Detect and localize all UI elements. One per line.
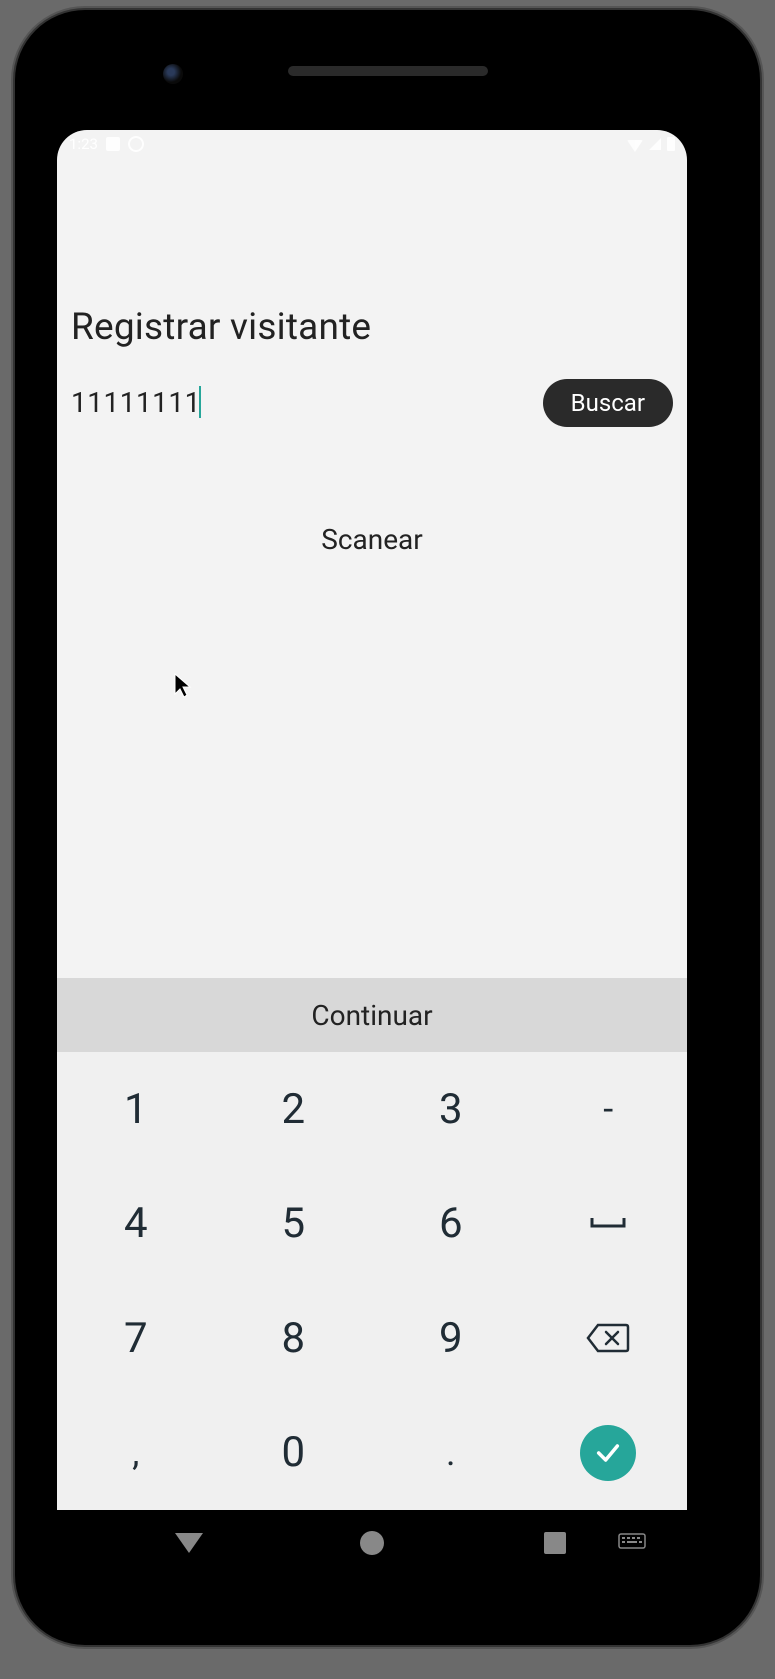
status-right xyxy=(627,137,675,151)
backspace-icon xyxy=(586,1321,630,1355)
status-bar: 1:23 xyxy=(57,130,687,158)
mouse-cursor-icon xyxy=(173,672,193,698)
keyboard-icon xyxy=(618,1533,646,1553)
key-enter[interactable] xyxy=(530,1396,688,1511)
battery-icon xyxy=(667,137,675,151)
key-8[interactable]: 8 xyxy=(215,1281,373,1396)
back-triangle-icon xyxy=(175,1533,203,1553)
visitor-id-input[interactable]: 11111111 xyxy=(71,386,371,421)
scan-button[interactable]: Scanear xyxy=(71,523,673,556)
nav-back-button[interactable] xyxy=(159,1513,219,1573)
key-5[interactable]: 5 xyxy=(215,1167,373,1282)
status-time: 1:23 xyxy=(69,135,98,153)
text-caret xyxy=(199,386,201,418)
space-icon xyxy=(588,1214,628,1234)
screen: 1:23 Registrar visitante 11111111 Buscar… xyxy=(57,130,687,1510)
notification-icon xyxy=(106,137,120,151)
nav-recents-button[interactable] xyxy=(525,1513,585,1573)
continue-button[interactable]: Continuar xyxy=(57,978,687,1052)
android-navbar xyxy=(57,1510,687,1576)
key-backspace[interactable] xyxy=(530,1281,688,1396)
app-content: Registrar visitante 11111111 Buscar Scan… xyxy=(57,306,687,556)
phone-camera xyxy=(163,64,183,84)
key-6[interactable]: 6 xyxy=(372,1167,530,1282)
nav-home-button[interactable] xyxy=(342,1513,402,1573)
enter-circle xyxy=(580,1425,636,1481)
key-dot[interactable]: . xyxy=(372,1396,530,1511)
nav-ime-button[interactable] xyxy=(602,1513,662,1573)
visitor-id-value: 11111111 xyxy=(71,386,201,419)
key-1[interactable]: 1 xyxy=(57,1052,215,1167)
key-2[interactable]: 2 xyxy=(215,1052,373,1167)
key-comma[interactable]: , xyxy=(57,1396,215,1511)
phone-speaker xyxy=(288,66,488,76)
wifi-icon xyxy=(627,140,643,152)
status-left: 1:23 xyxy=(69,135,144,153)
numeric-keyboard: 1 2 3 - 4 5 6 7 8 9 , 0 . xyxy=(57,1052,687,1510)
search-button[interactable]: Buscar xyxy=(543,379,673,427)
key-space[interactable] xyxy=(530,1167,688,1282)
home-circle-icon xyxy=(360,1531,384,1555)
sync-icon xyxy=(128,136,144,152)
check-icon xyxy=(594,1439,622,1467)
key-dash[interactable]: - xyxy=(530,1052,688,1167)
page-title: Registrar visitante xyxy=(71,306,673,349)
key-7[interactable]: 7 xyxy=(57,1281,215,1396)
recents-square-icon xyxy=(544,1532,566,1554)
search-row: 11111111 Buscar xyxy=(71,379,673,427)
key-3[interactable]: 3 xyxy=(372,1052,530,1167)
signal-icon xyxy=(649,138,661,150)
key-0[interactable]: 0 xyxy=(215,1396,373,1511)
key-4[interactable]: 4 xyxy=(57,1167,215,1282)
key-9[interactable]: 9 xyxy=(372,1281,530,1396)
